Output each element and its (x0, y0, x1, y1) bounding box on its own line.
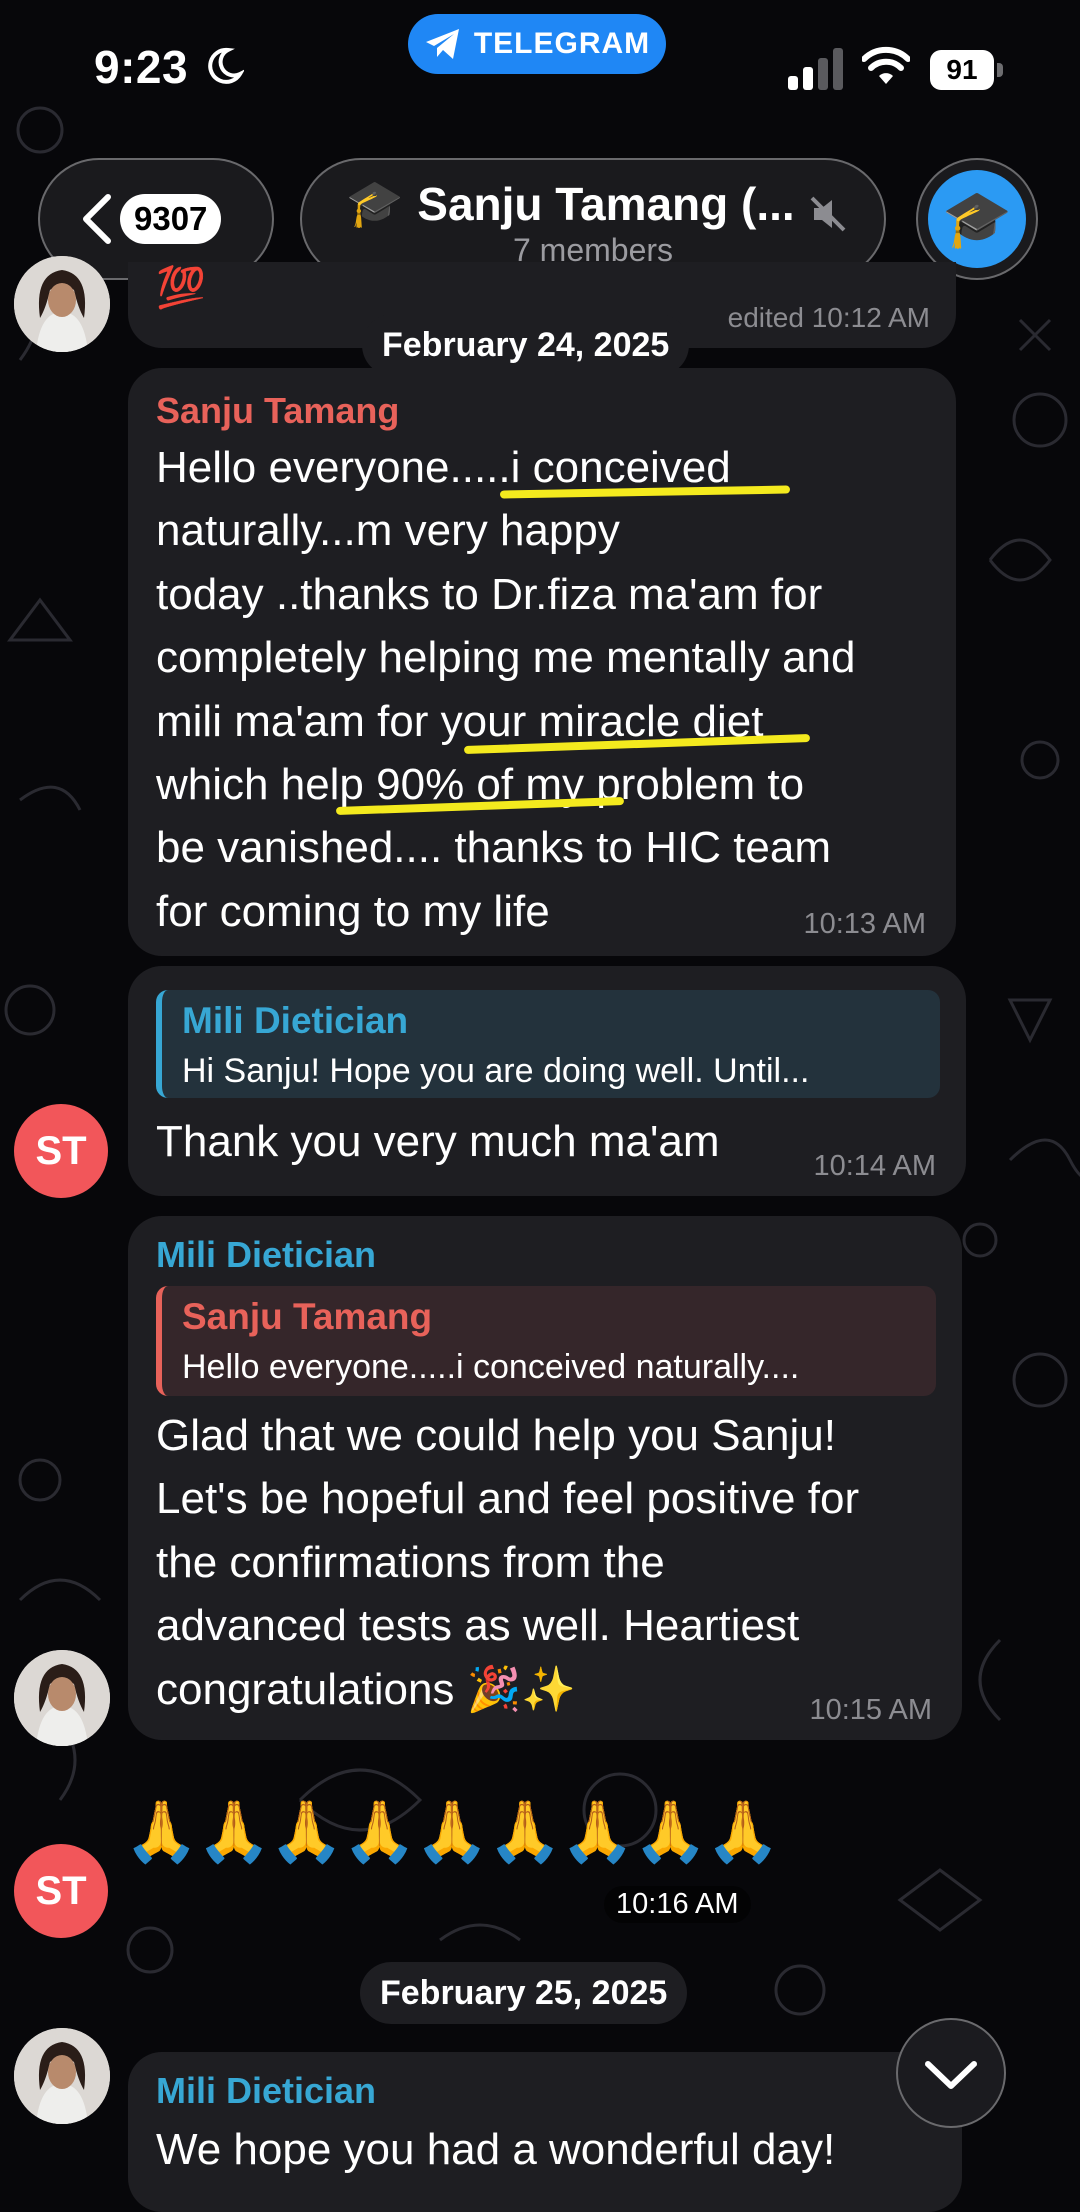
avatar[interactable]: ST (14, 1844, 108, 1938)
message-line: Glad that we could help you Sanju! (156, 1411, 837, 1460)
reply-text: Hi Sanju! Hope you are doing well. Until… (182, 1052, 810, 1090)
message-line: advanced tests as well. Heartiest (156, 1601, 800, 1651)
muted-icon (810, 196, 846, 232)
battery-icon: 91 (930, 50, 1004, 90)
chat-title: Sanju Tamang (... (417, 177, 795, 230)
avatar[interactable] (14, 1650, 110, 1746)
message-bubble[interactable]: Mili Dietician Hi Sanju! Hope you are do… (128, 966, 966, 1196)
cellular-signal-icon (788, 48, 843, 90)
message-text: Thank you very much ma'am (156, 1117, 720, 1166)
message-bubble[interactable]: Mili Dietician We hope you had a wonderf… (128, 2052, 962, 2212)
reply-quote[interactable]: Mili Dietician Hi Sanju! Hope you are do… (156, 990, 940, 1098)
moon-icon (208, 47, 244, 84)
avatar[interactable] (14, 2028, 110, 2124)
sender-name: Mili Dietician (156, 1234, 377, 1275)
scroll-to-bottom-button[interactable] (896, 2018, 1006, 2128)
emoji: 💯 (156, 266, 206, 310)
user-photo (14, 256, 110, 352)
message-time: 10:15 AM (809, 1694, 932, 1726)
user-photo (14, 2028, 110, 2124)
sender-name: Sanju Tamang (156, 390, 400, 431)
message-line: naturally...m very happy (156, 506, 620, 556)
status-time: 9:23 (94, 41, 189, 93)
message-bubble[interactable]: Sanju Tamang Hello everyone.....i concei… (128, 368, 956, 956)
avatar[interactable] (14, 256, 110, 352)
message-line: the confirmations from the (156, 1537, 665, 1587)
wifi-icon (862, 46, 910, 84)
message-time: 10:13 AM (803, 908, 926, 940)
message-line: completely helping me mentally and (156, 633, 856, 683)
reply-quote[interactable]: Sanju Tamang Hello everyone.....i concei… (156, 1286, 936, 1396)
message-text: Hello everyone.....i conceived naturally… (156, 436, 946, 943)
reply-text: Hello everyone.....i conceived naturally… (182, 1348, 800, 1386)
unread-count-badge: 9307 (120, 194, 222, 244)
date-separator: February 24, 2025 (362, 314, 690, 376)
message-meta: edited 10:12 AM (727, 302, 930, 333)
chevron-down-icon (925, 2061, 977, 2089)
message-line: be vanished.... thanks to HIC team (156, 823, 832, 873)
chevron-left-icon (83, 194, 111, 244)
user-photo (14, 1650, 110, 1746)
sender-name: Mili Dietician (156, 2070, 377, 2111)
telegram-banner-label: TELEGRAM (473, 27, 651, 60)
date-separator: February 25, 2025 (360, 1962, 688, 2024)
message-line: Let's be hopeful and feel positive for (156, 1474, 860, 1524)
emoji-message[interactable]: 🙏🙏🙏🙏🙏🙏🙏🙏🙏 (124, 1796, 780, 1867)
graduation-cap-icon: 🎓 (928, 170, 1026, 268)
message-time: 10:14 AM (813, 1150, 936, 1182)
avatar[interactable]: ST (14, 1104, 108, 1198)
message-text: We hope you had a wonderful day! (156, 2125, 836, 2174)
battery-level: 91 (930, 50, 994, 90)
telegram-banner[interactable]: TELEGRAM (408, 14, 666, 74)
telegram-icon (425, 29, 459, 59)
message-text: Glad that we could help you Sanju! Let's… (156, 1404, 946, 1721)
message-bubble[interactable]: Mili Dietician Sanju Tamang Hello everyo… (128, 1216, 962, 1740)
message-line: today ..thanks to Dr.fiza ma'am for (156, 569, 823, 619)
graduation-cap-icon: 🎓 (346, 177, 404, 229)
reply-sender: Sanju Tamang (182, 1296, 433, 1337)
reply-sender: Mili Dietician (182, 1000, 409, 1041)
message-time: 10:16 AM (604, 1886, 751, 1923)
